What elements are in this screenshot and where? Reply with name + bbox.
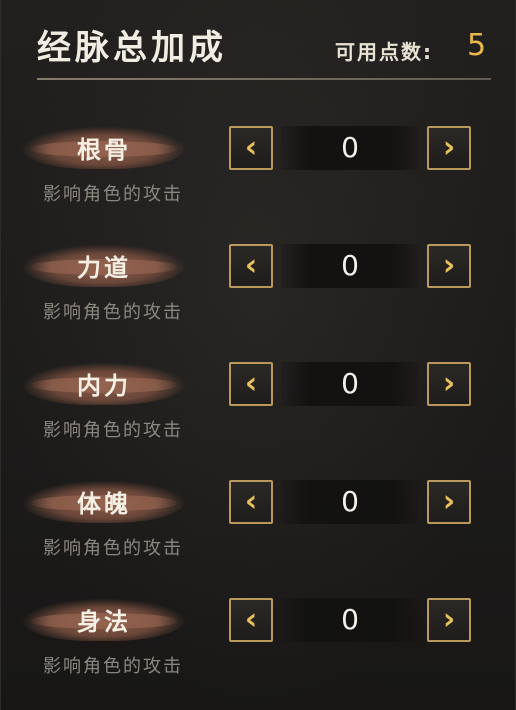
stat-description: 影响角色的攻击 xyxy=(43,656,183,677)
available-points-label: 可用点数: xyxy=(335,40,433,64)
stat-description: 影响角色的攻击 xyxy=(43,420,183,441)
stat-name: 力道 xyxy=(77,253,131,282)
stat-row-gengu: 根骨 ‹ 0 › 影响角色的攻击 xyxy=(1,118,515,218)
chevron-right-icon: › xyxy=(442,130,456,165)
stat-value: 0 xyxy=(281,126,419,170)
stat-value: 0 xyxy=(281,244,419,288)
chevron-right-icon: › xyxy=(442,248,456,283)
available-points-value: 5 xyxy=(467,28,487,63)
chevron-right-icon: › xyxy=(442,602,456,637)
stat-value: 0 xyxy=(281,480,419,524)
stat-name: 身法 xyxy=(77,607,131,636)
stat-row-tipo: 体魄 ‹ 0 › 影响角色的攻击 xyxy=(1,472,515,572)
stat-description: 影响角色的攻击 xyxy=(43,184,183,205)
panel-header: 经脉总加成 可用点数: 5 xyxy=(1,0,515,80)
chevron-left-icon: ‹ xyxy=(244,602,258,637)
stat-row-lidao: 力道 ‹ 0 › 影响角色的攻击 xyxy=(1,236,515,336)
header-divider xyxy=(37,78,491,80)
stat-name: 根骨 xyxy=(77,135,131,164)
stat-row-shenfa: 身法 ‹ 0 › 影响角色的攻击 xyxy=(1,590,515,690)
increase-button[interactable]: › xyxy=(427,480,471,524)
page-title: 经脉总加成 xyxy=(37,28,227,68)
stat-description: 影响角色的攻击 xyxy=(43,538,183,559)
decrease-button[interactable]: ‹ xyxy=(229,126,273,170)
decrease-button[interactable]: ‹ xyxy=(229,480,273,524)
stat-stepper: ‹ 0 › xyxy=(229,598,471,642)
chevron-left-icon: ‹ xyxy=(244,130,258,165)
stat-stepper: ‹ 0 › xyxy=(229,480,471,524)
stat-value: 0 xyxy=(281,598,419,642)
decrease-button[interactable]: ‹ xyxy=(229,362,273,406)
stat-stepper: ‹ 0 › xyxy=(229,126,471,170)
stat-stepper: ‹ 0 › xyxy=(229,362,471,406)
increase-button[interactable]: › xyxy=(427,598,471,642)
increase-button[interactable]: › xyxy=(427,244,471,288)
stat-row-neili: 内力 ‹ 0 › 影响角色的攻击 xyxy=(1,354,515,454)
stat-name: 体魄 xyxy=(77,489,131,518)
stat-description: 影响角色的攻击 xyxy=(43,302,183,323)
increase-button[interactable]: › xyxy=(427,126,471,170)
meridian-bonus-panel: 经脉总加成 可用点数: 5 根骨 ‹ 0 › 影响角色的攻击 力道 ‹ 0 › … xyxy=(0,0,516,710)
stat-name: 内力 xyxy=(77,371,131,400)
stat-stepper: ‹ 0 › xyxy=(229,244,471,288)
increase-button[interactable]: › xyxy=(427,362,471,406)
chevron-left-icon: ‹ xyxy=(244,366,258,401)
chevron-left-icon: ‹ xyxy=(244,484,258,519)
chevron-right-icon: › xyxy=(442,484,456,519)
decrease-button[interactable]: ‹ xyxy=(229,244,273,288)
chevron-left-icon: ‹ xyxy=(244,248,258,283)
chevron-right-icon: › xyxy=(442,366,456,401)
stat-value: 0 xyxy=(281,362,419,406)
decrease-button[interactable]: ‹ xyxy=(229,598,273,642)
